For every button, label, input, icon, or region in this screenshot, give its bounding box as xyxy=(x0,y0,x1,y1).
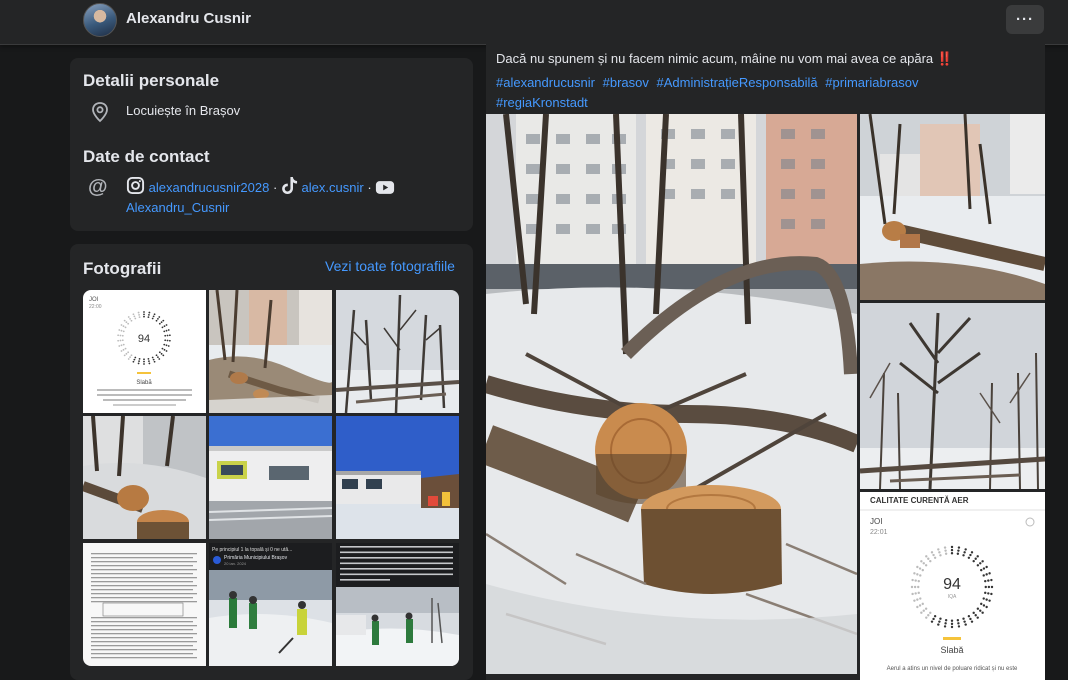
photo-thumbnail-playground[interactable] xyxy=(336,416,459,539)
post-card: Dacă nu spunem și nu facem nimic acum, m… xyxy=(486,44,1045,680)
aq-status: Slabă xyxy=(136,380,152,386)
hashtag-link[interactable]: #primariabrasov xyxy=(825,75,918,90)
post-message: Dacă nu spunem și nu facem nimic acum, m… xyxy=(496,51,934,66)
youtube-link[interactable]: Alexandru_Cusnir xyxy=(126,200,229,215)
aq-card-status: Slabă xyxy=(940,645,963,655)
profile-header-bar: Alexandru Cusnir ··· xyxy=(0,0,1068,45)
instagram-link[interactable]: alexandrucusnir2028 xyxy=(149,180,270,195)
separator: · xyxy=(272,180,278,195)
photo-thumbnail-post-text[interactable] xyxy=(336,543,459,666)
see-all-photos-link[interactable]: Vezi toate fotografiile xyxy=(325,258,455,274)
profile-name[interactable]: Alexandru Cusnir xyxy=(126,10,251,27)
contact-info-title: Date de contact xyxy=(83,147,210,166)
aq-card-time: 22:01 xyxy=(870,529,888,536)
lives-in-text: Locuiește în Brașov xyxy=(126,103,241,118)
photo-grid: JOI 22:00 94 Slabă Pe principiul 1 la to… xyxy=(83,290,459,666)
personal-details-card: Detalii personale Locuiește în Brașov Da… xyxy=(70,58,473,231)
aq-time: 22:00 xyxy=(89,304,102,310)
youtube-icon xyxy=(376,181,395,194)
aq-card-unit: IQA xyxy=(948,594,957,600)
photo-thumbnail-snow-clearing-post[interactable]: Pe principiul 1 la topală și 0 ne ută...… xyxy=(209,543,332,666)
hashtag-link[interactable]: #brasov xyxy=(603,75,649,90)
contact-links: alexandrucusnir2028 · alex.cusnir · Alex… xyxy=(126,176,456,218)
aq-card-day: JOI xyxy=(870,517,882,526)
more-options-button[interactable]: ··· xyxy=(1006,5,1044,34)
post-hashtags: #alexandrucusnir #brasov #AdministrațieR… xyxy=(496,73,1036,113)
post-text: Dacă nu spunem și nu facem nimic acum, m… xyxy=(496,51,1036,67)
tiktok-icon xyxy=(282,177,297,194)
aq-card-text: Aerul a atins un nivel de poluare ridica… xyxy=(887,666,1018,672)
post-photo-cut-logs[interactable] xyxy=(860,114,1045,300)
at-sign-icon: @ xyxy=(88,176,108,198)
photo-thumbnail-document[interactable] xyxy=(83,543,206,666)
aq-value: 94 xyxy=(138,333,150,345)
aq-card-title: CALITATE CURENTĂ AER xyxy=(870,496,969,505)
photos-card: Fotografii Vezi toate fotografiile JOI 2… xyxy=(70,244,473,680)
post-thumb-date: 20 ian. 2024 xyxy=(224,561,247,566)
hashtag-link[interactable]: #alexandrucusnir xyxy=(496,75,595,90)
photo-thumbnail-school-building[interactable] xyxy=(209,416,332,539)
post-photo-air-quality[interactable]: CALITATE CURENTĂ AER JOI 22:01 94 IQA Sl… xyxy=(860,492,1045,680)
location-pin-icon xyxy=(92,102,108,123)
avatar[interactable] xyxy=(83,3,117,37)
tiktok-link[interactable]: alex.cusnir xyxy=(302,180,364,195)
photo-thumbnail-cut-trees[interactable] xyxy=(209,290,332,413)
aq-card-value: 94 xyxy=(943,576,961,593)
post-thumb-header: Pe principiul 1 la topală și 0 ne ută... xyxy=(212,547,292,553)
instagram-icon xyxy=(126,176,145,195)
double-exclamation-emoji: ‼️ xyxy=(936,51,953,66)
personal-details-title: Detalii personale xyxy=(83,71,220,90)
photo-thumbnail-stumps[interactable] xyxy=(83,416,206,539)
photo-thumbnail-winter-forest[interactable] xyxy=(336,290,459,413)
aq-day: JOI xyxy=(89,297,99,303)
post-main-photo-stumps[interactable] xyxy=(486,114,857,674)
hashtag-link[interactable]: #regiaKronstadt xyxy=(496,95,588,110)
separator: · xyxy=(367,180,372,195)
post-photo-winter-trees[interactable] xyxy=(860,303,1045,489)
hashtag-link[interactable]: #AdministrațieResponsabilă xyxy=(657,75,818,90)
photos-title: Fotografii xyxy=(83,259,162,278)
more-options-icon: ··· xyxy=(1016,11,1034,28)
photo-thumbnail-air-quality[interactable]: JOI 22:00 94 Slabă xyxy=(83,290,206,413)
